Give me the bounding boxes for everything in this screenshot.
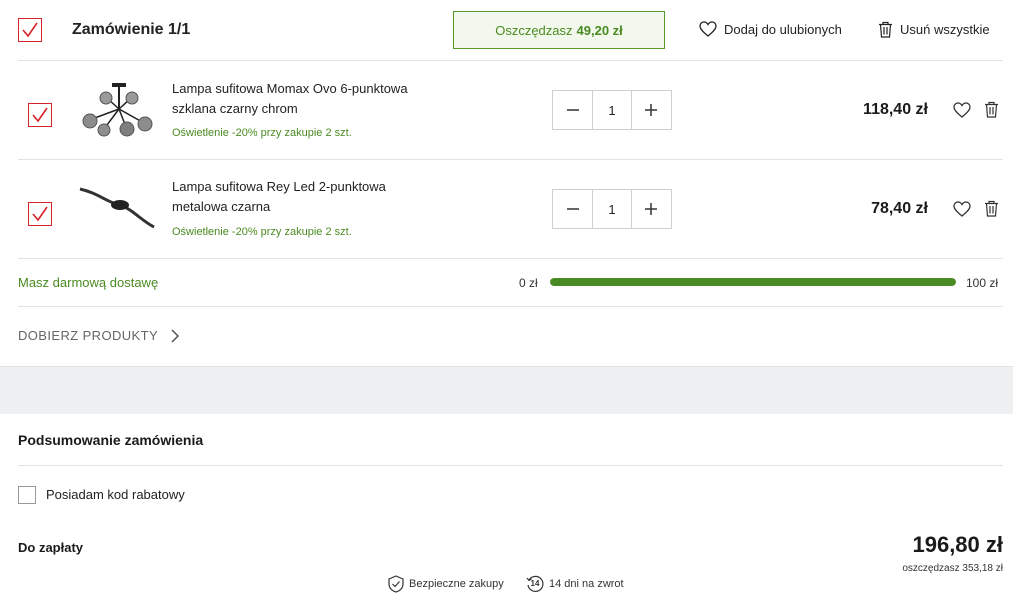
divider [18,306,1003,307]
secure-shopping-badge: Bezpieczne zakupy [388,575,504,593]
product-price: 78,40 zł [871,200,928,217]
trash-icon [985,101,998,118]
pick-products-link[interactable]: DOBIERZ PRODUKTY [18,328,180,343]
heart-icon [953,102,971,118]
heart-icon [699,21,717,37]
decrease-quantity-button[interactable] [553,190,593,228]
quantity-value[interactable]: 1 [592,190,632,228]
savings-amount: 49,20 zł [576,22,623,38]
remove-all-button[interactable]: Usuń wszystkie [878,21,990,38]
free-delivery-label: Masz darmową dostawę [18,275,159,290]
return-policy-badge: 14 14 dni na zwrot [526,575,624,593]
total-savings: oszczędzasz 353,18 zł [902,563,1003,574]
product-name-line2: szklana czarny chrom [172,101,298,116]
product-name-line1: Lampa sufitowa Momax Ovo 6-punktowa [172,81,408,96]
product-price: 118,40 zł [863,101,928,118]
return-clock-icon: 14 [526,575,544,593]
chevron-right-icon [171,328,180,343]
delivery-min-label: 0 zł [519,276,538,290]
savings-badge: Oszczędzasz 49,20 zł [453,11,665,49]
return-days-badge: 14 [530,579,540,588]
total-label: Do zapłaty [18,540,84,555]
product-checkbox[interactable] [28,202,52,226]
order-title: Zamówienie 1/1 [72,21,191,38]
product-name-line2: metalowa czarna [172,199,271,214]
remove-all-label: Usuń wszystkie [900,22,990,37]
total-price: 196,80 zł [912,532,1003,557]
product-checkbox[interactable] [28,103,52,127]
add-favorites-label: Dodaj do ulubionych [724,21,842,37]
heart-icon [953,201,971,217]
add-to-favorites-button[interactable] [953,201,971,222]
trash-icon [879,21,892,38]
checkmark-icon [22,22,38,38]
delivery-progress-fill [550,278,956,286]
coupon-label[interactable]: Posiadam kod rabatowy [46,487,185,502]
product-name-line1: Lampa sufitowa Rey Led 2-punktowa [172,179,386,194]
secure-shopping-label: Bezpieczne zakupy [409,578,504,590]
minus-icon [566,109,579,111]
ceiling-lamp-led-bar-icon [79,187,155,229]
savings-prefix: Oszczędzasz [495,22,573,38]
quantity-stepper[interactable]: 1 [552,90,672,130]
pick-products-label: DOBIERZ PRODUKTY [18,328,159,343]
divider [18,60,1003,61]
increase-quantity-button[interactable] [631,91,672,129]
summary-title: Podsumowanie zamówienia [18,432,204,448]
quantity-value[interactable]: 1 [592,91,632,129]
trash-icon [985,200,998,217]
increase-quantity-button[interactable] [631,190,672,228]
plus-icon [645,203,658,215]
coupon-checkbox[interactable] [18,486,36,504]
shield-check-icon [388,575,404,593]
minus-icon [566,208,579,210]
add-to-favorites-button[interactable] [953,102,971,123]
section-separator [0,366,1013,414]
plus-icon [645,104,658,116]
remove-product-button[interactable] [984,101,999,123]
add-all-to-favorites-button[interactable]: Dodaj do ulubionych [699,21,842,37]
delivery-max-label: 100 zł [966,276,999,290]
product-image[interactable] [78,79,154,139]
ceiling-lamp-globes-icon [82,83,153,137]
product-image[interactable] [78,181,156,233]
product-promo: Oświetlenie -20% przy zakupie 2 szt. [172,127,352,139]
return-policy-label: 14 dni na zwrot [549,578,624,590]
product-name[interactable]: Lampa sufitowa Momax Ovo 6-punktowa szkl… [172,79,408,119]
quantity-stepper[interactable]: 1 [552,189,672,229]
product-name[interactable]: Lampa sufitowa Rey Led 2-punktowa metalo… [172,177,386,217]
divider [18,465,1003,466]
divider [18,159,1003,160]
checkmark-icon [32,206,48,222]
divider [18,258,1003,259]
delivery-progress-bar [550,278,956,286]
remove-product-button[interactable] [984,200,999,222]
checkmark-icon [32,107,48,123]
decrease-quantity-button[interactable] [553,91,593,129]
product-promo: Oświetlenie -20% przy zakupie 2 szt. [172,226,352,238]
select-all-checkbox[interactable] [18,18,42,42]
